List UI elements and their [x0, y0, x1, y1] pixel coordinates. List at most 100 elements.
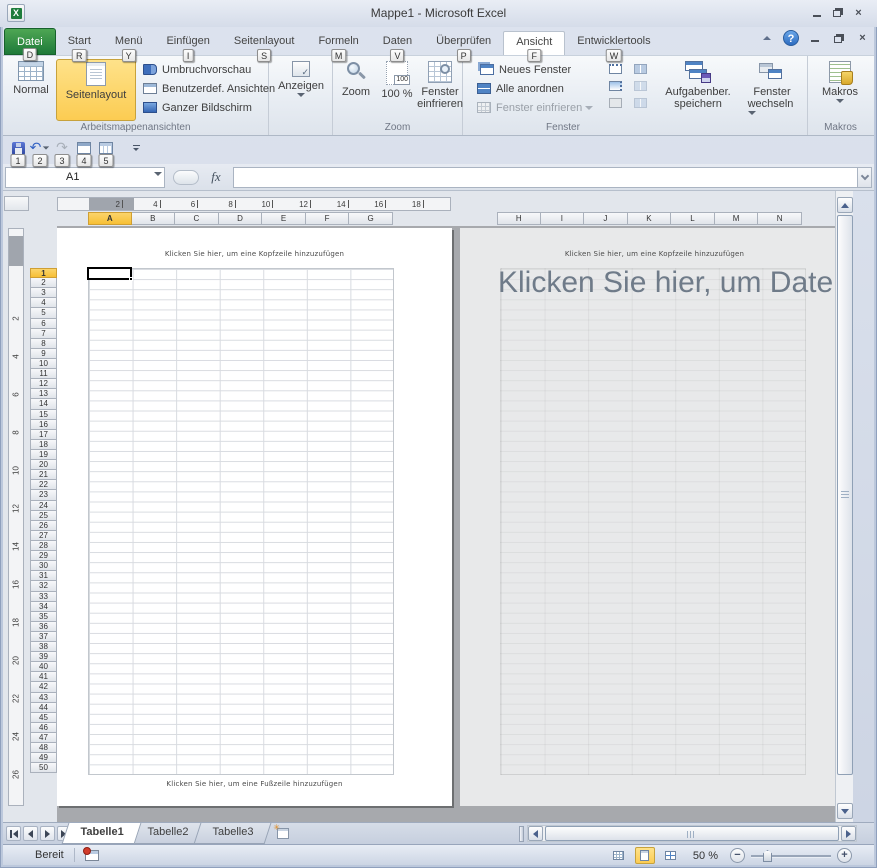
- tab-einfuegen[interactable]: Einfügen I: [154, 31, 221, 55]
- row-header-25[interactable]: 25: [30, 511, 57, 521]
- column-header-h[interactable]: H: [497, 212, 541, 225]
- row-header-36[interactable]: 36: [30, 622, 57, 632]
- row-header-32[interactable]: 32: [30, 581, 57, 591]
- row-header-8[interactable]: 8: [30, 339, 57, 349]
- view-side-by-side-button[interactable]: [631, 60, 650, 77]
- workbook-minimize-button[interactable]: [806, 31, 823, 46]
- table-tool-button[interactable]: 5: [95, 138, 117, 158]
- help-icon[interactable]: ?: [783, 30, 799, 46]
- column-header-g[interactable]: G: [349, 212, 393, 225]
- formula-input[interactable]: [233, 167, 857, 188]
- reset-window-position-button[interactable]: [631, 94, 650, 111]
- select-all-corner[interactable]: [4, 196, 29, 211]
- minimize-button[interactable]: [808, 5, 825, 20]
- tab-daten[interactable]: Daten V: [371, 31, 424, 55]
- row-header-31[interactable]: 31: [30, 571, 57, 581]
- row-header-11[interactable]: 11: [30, 369, 57, 379]
- unhide-window-button[interactable]: [606, 94, 625, 111]
- page-break-preview-button[interactable]: Umbruchvorschau: [141, 60, 275, 79]
- row-header-39[interactable]: 39: [30, 652, 57, 662]
- column-header-b[interactable]: B: [132, 212, 176, 225]
- collapse-ribbon-button[interactable]: [758, 30, 776, 46]
- previous-sheet-button[interactable]: [23, 826, 38, 841]
- row-header-27[interactable]: 27: [30, 531, 57, 541]
- scroll-down-button[interactable]: [837, 803, 853, 819]
- synchronous-scrolling-button[interactable]: [631, 77, 650, 94]
- zoom-slider[interactable]: [751, 848, 831, 863]
- insert-worksheet-button[interactable]: [268, 823, 298, 844]
- row-header-5[interactable]: 5: [30, 308, 57, 318]
- next-sheet-button[interactable]: [40, 826, 55, 841]
- row-header-42[interactable]: 42: [30, 682, 57, 692]
- save-button[interactable]: 1: [7, 138, 29, 158]
- tab-entwicklertools[interactable]: Entwicklertools W: [565, 31, 662, 55]
- scroll-right-button[interactable]: [841, 826, 856, 841]
- row-header-34[interactable]: 34: [30, 602, 57, 612]
- workbook-close-button[interactable]: ×: [854, 31, 871, 46]
- row-header-29[interactable]: 29: [30, 551, 57, 561]
- row-header-28[interactable]: 28: [30, 541, 57, 551]
- zoom-level[interactable]: 50 %: [693, 850, 718, 862]
- row-header-46[interactable]: 46: [30, 723, 57, 733]
- first-sheet-button[interactable]: [6, 826, 21, 841]
- row-header-35[interactable]: 35: [30, 612, 57, 622]
- print-preview-button[interactable]: 4: [73, 138, 95, 158]
- save-workspace-button[interactable]: Aufgabenber. speichern: [663, 59, 733, 110]
- macros-button[interactable]: Makros: [816, 59, 864, 103]
- page-layout-view-shortcut[interactable]: [635, 847, 655, 864]
- scroll-up-button[interactable]: [837, 197, 853, 213]
- row-header-7[interactable]: 7: [30, 329, 57, 339]
- header-placeholder[interactable]: Klicken Sie hier, um eine Kopfzeile hinz…: [57, 250, 452, 258]
- cell-grid[interactable]: [88, 268, 394, 775]
- add-data-placeholder[interactable]: Klicken Sie hier, um Daten h: [498, 266, 849, 300]
- row-header-43[interactable]: 43: [30, 693, 57, 703]
- show-button[interactable]: Anzeigen: [273, 59, 329, 97]
- row-header-24[interactable]: 24: [30, 501, 57, 511]
- page-layout-view-button[interactable]: Seitenlayout: [56, 59, 136, 121]
- row-header-3[interactable]: 3: [30, 288, 57, 298]
- expand-formula-bar-button[interactable]: [857, 167, 872, 188]
- column-header-l[interactable]: L: [671, 212, 715, 225]
- formula-bar-divider[interactable]: [173, 170, 199, 185]
- vertical-scrollbar[interactable]: [835, 191, 853, 822]
- row-header-45[interactable]: 45: [30, 713, 57, 723]
- insert-function-button[interactable]: fx: [199, 169, 233, 185]
- page-break-preview-shortcut[interactable]: [661, 847, 681, 864]
- row-header-12[interactable]: 12: [30, 379, 57, 389]
- row-header-38[interactable]: 38: [30, 642, 57, 652]
- zoom-out-button[interactable]: −: [730, 848, 745, 863]
- row-header-4[interactable]: 4: [30, 298, 57, 308]
- close-button[interactable]: ×: [850, 5, 867, 20]
- cell-grid-inactive[interactable]: [500, 268, 806, 775]
- normal-view-shortcut[interactable]: [609, 847, 629, 864]
- tab-menue[interactable]: Menü Y: [103, 31, 155, 55]
- custom-views-button[interactable]: Benutzerdef. Ansichten: [141, 79, 275, 98]
- undo-button[interactable]: ↶ 2: [29, 138, 51, 158]
- footer-placeholder[interactable]: Klicken Sie hier, um eine Fußzeile hinzu…: [57, 780, 452, 788]
- sheet-tab-tabelle1[interactable]: Tabelle1: [62, 823, 142, 844]
- row-header-47[interactable]: 47: [30, 733, 57, 743]
- row-header-15[interactable]: 15: [30, 410, 57, 420]
- redo-button[interactable]: ↷ 3: [51, 138, 73, 158]
- column-header-n[interactable]: N: [758, 212, 802, 225]
- column-header-j[interactable]: J: [584, 212, 628, 225]
- fill-handle[interactable]: [129, 277, 133, 281]
- row-header-26[interactable]: 26: [30, 521, 57, 531]
- row-header-37[interactable]: 37: [30, 632, 57, 642]
- row-header-41[interactable]: 41: [30, 672, 57, 682]
- column-header-k[interactable]: K: [628, 212, 672, 225]
- normal-view-button[interactable]: Normal: [8, 59, 54, 96]
- row-header-14[interactable]: 14: [30, 399, 57, 409]
- row-header-50[interactable]: 50: [30, 763, 57, 773]
- full-screen-button[interactable]: Ganzer Bildschirm: [141, 98, 275, 117]
- zoom-slider-thumb[interactable]: [763, 850, 772, 862]
- tab-formeln[interactable]: Formeln M: [306, 31, 370, 55]
- zoom-in-button[interactable]: +: [837, 848, 852, 863]
- row-header-33[interactable]: 33: [30, 592, 57, 602]
- horizontal-scrollbar[interactable]: [527, 825, 857, 842]
- row-header-22[interactable]: 22: [30, 480, 57, 490]
- column-header-f[interactable]: F: [306, 212, 350, 225]
- zoom-button[interactable]: Zoom: [336, 59, 376, 98]
- zoom-to-selection-button[interactable]: Fenster einfrieren: [418, 59, 462, 110]
- name-box[interactable]: A1: [5, 167, 165, 188]
